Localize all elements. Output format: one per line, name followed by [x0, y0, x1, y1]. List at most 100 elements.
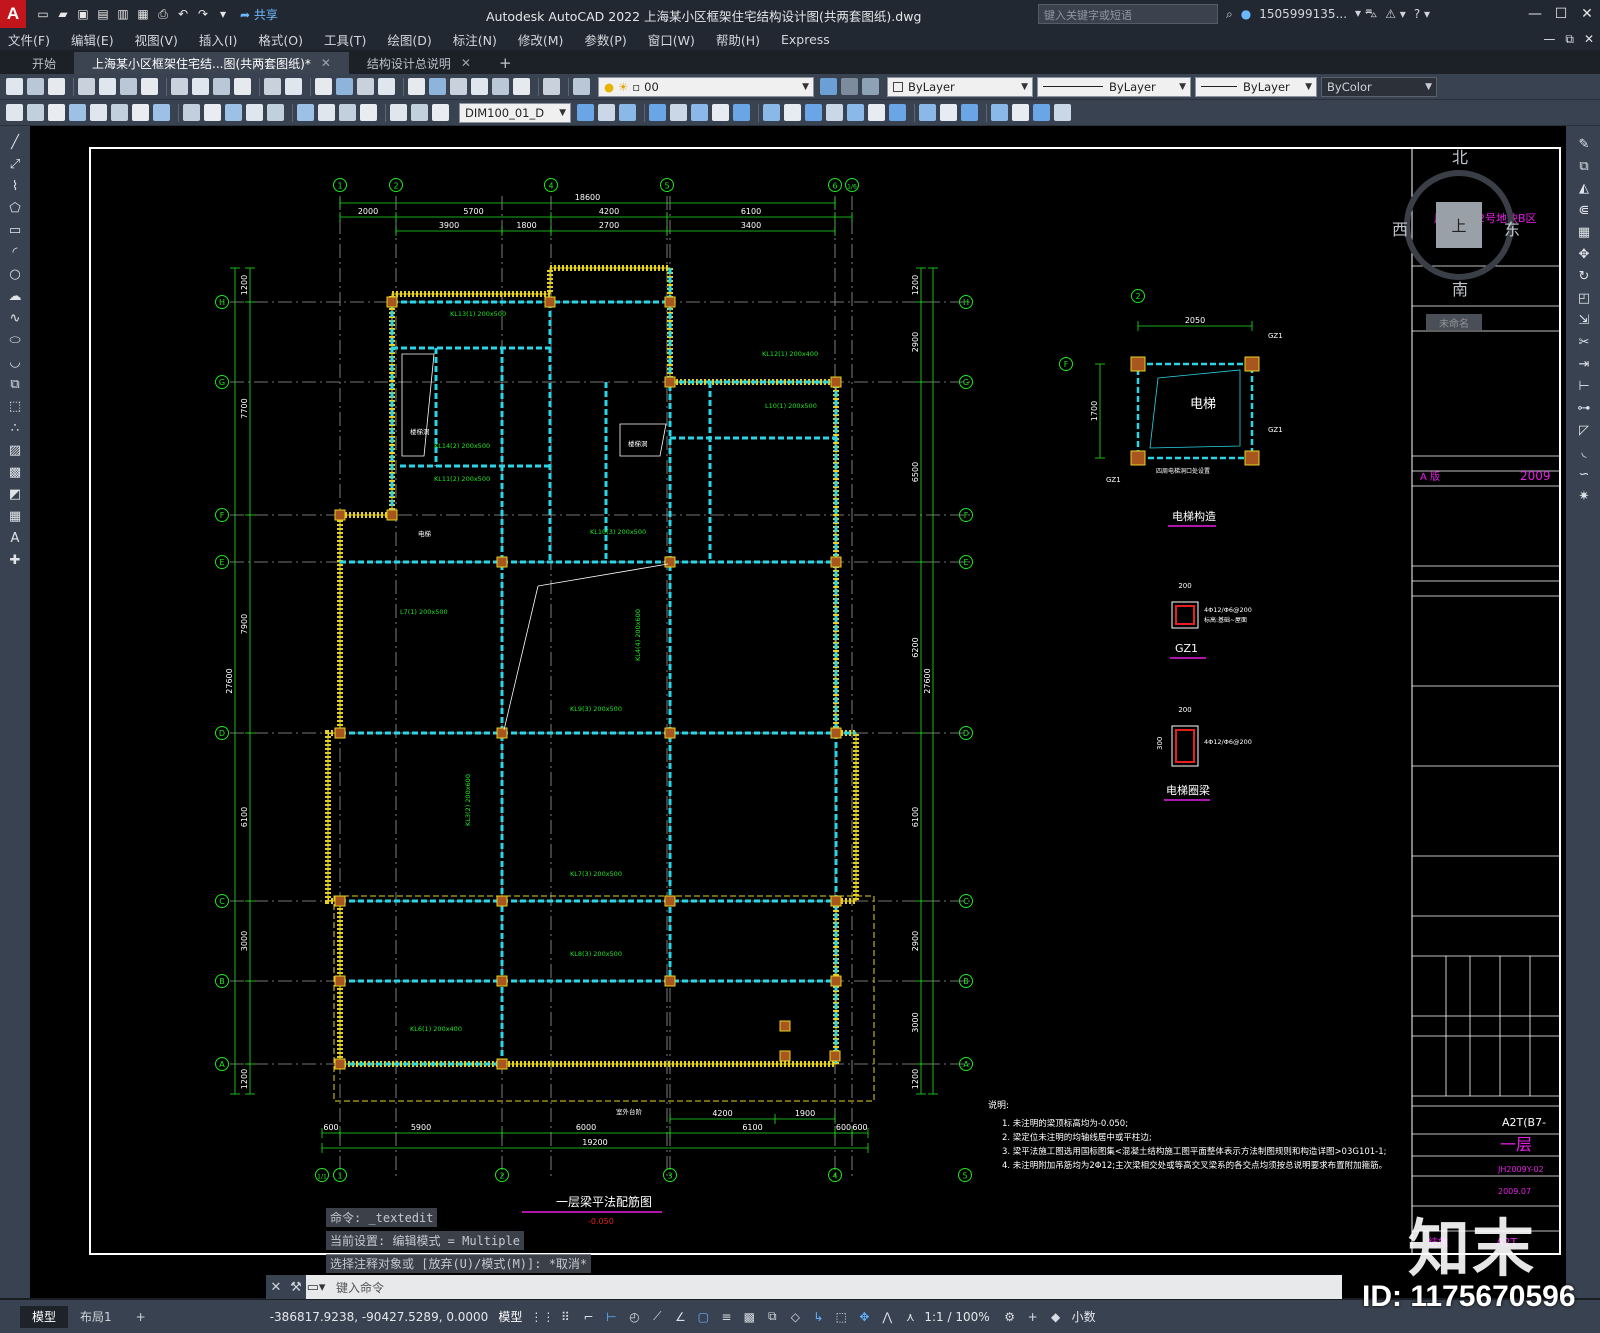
zoom-window-icon[interactable]: [357, 78, 374, 95]
fillet-icon[interactable]: ◟: [1575, 444, 1593, 460]
layer-dropdown[interactable]: ● ☀ ▫ 00 ▼: [598, 76, 814, 97]
make-current-icon[interactable]: [841, 78, 858, 95]
copy-icon[interactable]: ⧉: [1575, 158, 1593, 174]
menu-insert[interactable]: 插入(I): [199, 30, 237, 49]
redo-icon[interactable]: ↷: [194, 5, 212, 23]
lineweight-icon[interactable]: ≡: [718, 1309, 734, 1325]
user-name[interactable]: 1505999135...: [1259, 7, 1347, 21]
save-as-icon[interactable]: ▤: [94, 5, 112, 23]
insert-block-icon[interactable]: ⧉: [6, 376, 24, 392]
polyline-icon[interactable]: ⌇: [6, 178, 24, 194]
osnap-icon[interactable]: ▢: [695, 1309, 711, 1325]
color-dropdown[interactable]: ByLayer ▼: [887, 76, 1033, 97]
menu-tools[interactable]: 工具(T): [324, 30, 366, 49]
dim-space-icon[interactable]: [246, 104, 263, 121]
sweep-icon[interactable]: [691, 104, 708, 121]
3drotate-icon[interactable]: [1012, 104, 1029, 121]
array-icon[interactable]: ▦: [1575, 224, 1593, 240]
ucs-dropdown[interactable]: 未命名: [1426, 314, 1482, 330]
rotate-icon[interactable]: ↻: [1575, 268, 1593, 284]
3dprint-icon[interactable]: [141, 78, 158, 95]
transparency-icon[interactable]: ▩: [741, 1309, 757, 1325]
dim-edit-icon[interactable]: [390, 104, 407, 121]
dim-radius-icon[interactable]: [90, 104, 107, 121]
make-block-icon[interactable]: ⬚: [6, 398, 24, 414]
close-icon[interactable]: ✕: [1574, 0, 1600, 28]
line-icon[interactable]: ╱: [6, 134, 24, 150]
polar-icon[interactable]: ◴: [626, 1309, 642, 1325]
layer-state-icon[interactable]: [573, 78, 590, 95]
plot-icon[interactable]: ⎙: [154, 5, 172, 23]
preview-icon[interactable]: [99, 78, 116, 95]
trim-icon[interactable]: ✂: [1575, 334, 1593, 350]
3dmirror-icon[interactable]: [1054, 104, 1071, 121]
3dmove-icon[interactable]: [991, 104, 1008, 121]
dim-break-icon[interactable]: [267, 104, 284, 121]
new-icon[interactable]: ▭: [34, 5, 52, 23]
dim-text-edit-icon[interactable]: [411, 104, 428, 121]
tab-model[interactable]: 模型: [20, 1305, 69, 1328]
infer-icon[interactable]: ⌐: [580, 1309, 596, 1325]
maximize-icon[interactable]: ☐: [1548, 0, 1574, 28]
erase-icon[interactable]: ✎: [1575, 136, 1593, 152]
pan-icon[interactable]: [315, 78, 332, 95]
doc-restore-icon[interactable]: ⧉: [1565, 32, 1574, 47]
revcloud-icon[interactable]: ☁: [6, 288, 24, 304]
dim-linear-icon[interactable]: [6, 104, 23, 121]
menu-edit[interactable]: 编辑(E): [71, 30, 114, 49]
auto-scale-icon[interactable]: ⋏: [902, 1309, 918, 1325]
circle-icon[interactable]: ○: [6, 266, 24, 282]
cart-icon[interactable]: ▾ ⛍: [1355, 6, 1377, 22]
region-icon[interactable]: ◩: [6, 486, 24, 502]
model-space-button[interactable]: 模型: [498, 1308, 522, 1325]
menu-modify[interactable]: 修改(M): [518, 30, 564, 49]
annotation-scale[interactable]: 1:1 / 100%: [924, 1310, 989, 1324]
dim-update-icon[interactable]: [432, 104, 449, 121]
wedge-icon[interactable]: [784, 104, 801, 121]
plot-icon[interactable]: [78, 78, 95, 95]
chamfer-icon[interactable]: ◸: [1575, 422, 1593, 438]
save-icon[interactable]: ▣: [74, 5, 92, 23]
stretch-icon[interactable]: ⇲: [1575, 312, 1593, 328]
presspull-icon[interactable]: [670, 104, 687, 121]
layer-properties-icon[interactable]: [820, 78, 837, 95]
dim-continue-icon[interactable]: [225, 104, 242, 121]
rectangle-icon[interactable]: ▭: [6, 222, 24, 238]
doc-close-icon[interactable]: ✕: [1584, 32, 1594, 46]
blend-icon[interactable]: ∽: [1575, 466, 1593, 482]
tab-start[interactable]: 开始: [14, 52, 74, 74]
isodraft-icon[interactable]: ⟋: [649, 1309, 665, 1325]
tab-structural-notes[interactable]: 结构设计总说明 ✕: [349, 52, 489, 74]
union-icon[interactable]: [577, 104, 594, 121]
pyramid-icon[interactable]: [889, 104, 906, 121]
selection-filter-icon[interactable]: ⬚: [833, 1309, 849, 1325]
annotation-visibility-icon[interactable]: ⋀: [879, 1309, 895, 1325]
move-icon[interactable]: ✥: [1575, 246, 1593, 262]
revolve-icon[interactable]: [712, 104, 729, 121]
hatch-icon[interactable]: ▨: [6, 442, 24, 458]
compass-south[interactable]: 南: [1452, 276, 1468, 300]
cylinder-icon[interactable]: [847, 104, 864, 121]
intersect-icon[interactable]: [619, 104, 636, 121]
mirror-icon[interactable]: ◭: [1575, 180, 1593, 196]
menu-parametric[interactable]: 参数(P): [584, 30, 626, 49]
command-icon[interactable]: ▭▾: [306, 1280, 326, 1295]
search-input[interactable]: 键入关键字或短语: [1038, 4, 1218, 24]
cone-icon[interactable]: [805, 104, 822, 121]
menu-express[interactable]: Express: [781, 32, 830, 47]
tab-drawing[interactable]: 上海某小区框架住宅结...图(共两套图纸)* ✕: [74, 52, 349, 74]
paste-icon[interactable]: [213, 78, 230, 95]
search-icon[interactable]: ⌕: [1226, 7, 1233, 22]
interfere-icon[interactable]: [940, 104, 957, 121]
undo-icon[interactable]: ↶: [174, 5, 192, 23]
imprint-icon[interactable]: [961, 104, 978, 121]
table-icon[interactable]: ▦: [6, 508, 24, 524]
calc-icon[interactable]: [513, 78, 530, 95]
viewcube[interactable]: 上 北 南 东 西 未命名: [1392, 148, 1532, 330]
inspect-icon[interactable]: [339, 104, 356, 121]
explode-icon[interactable]: ✷: [1575, 488, 1593, 504]
layer-previous-icon[interactable]: [862, 78, 879, 95]
3dalign-icon[interactable]: [1033, 104, 1050, 121]
add-selected-icon[interactable]: ✚: [6, 552, 24, 568]
gradient-icon[interactable]: ▩: [6, 464, 24, 480]
